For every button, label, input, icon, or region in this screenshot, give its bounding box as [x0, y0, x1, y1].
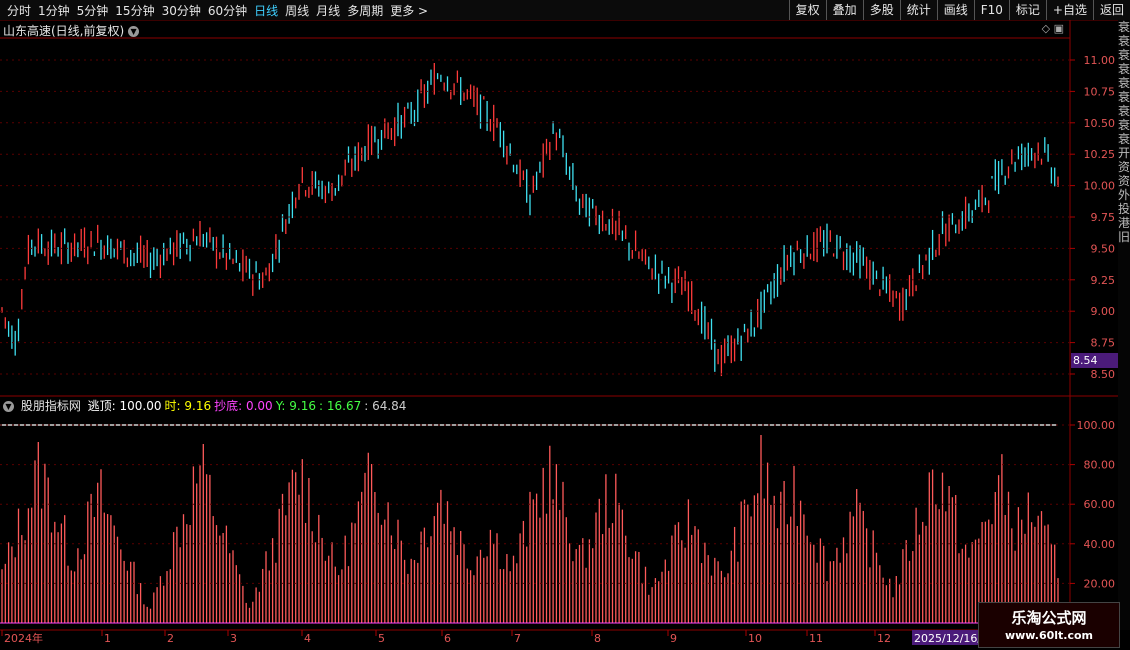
watermark-logo: 乐淘公式网 www.60lt.com	[978, 602, 1120, 648]
chart-title-text: 山东高速(日线,前复权)	[3, 24, 125, 38]
price-tick-label: 9.00	[1091, 305, 1116, 318]
time-label: 5	[378, 632, 385, 645]
time-label: 4	[304, 632, 311, 645]
indicator-name[interactable]: 股朋指标网	[21, 399, 81, 413]
price-tick-label: 10.00	[1084, 180, 1116, 193]
indicator-value-4: : 16.67	[319, 399, 362, 413]
time-label: 10	[748, 632, 762, 645]
indicator-tick-label: 40.00	[1084, 538, 1116, 551]
price-tick-label: 11.00	[1084, 54, 1116, 67]
side-strip-char: 衰	[1118, 132, 1130, 146]
window-icon[interactable]: ▣	[1054, 22, 1064, 35]
chart-frame	[0, 20, 1118, 631]
indicator-axis: 100.00 80.00 60.00 40.00 20.00	[0, 419, 1115, 590]
side-strip-char: 投	[1118, 202, 1130, 216]
side-strip-char: 衰	[1118, 20, 1130, 34]
side-strip-char: 衰	[1118, 76, 1130, 90]
price-tick-label: 8.75	[1091, 337, 1116, 350]
time-label: 2024年	[4, 631, 43, 645]
side-strip-char: 衰	[1118, 48, 1130, 62]
time-axis: 2024年 1 2 3 4 5 6 7 8 9 10 11 12 2025/12/16/	[1, 630, 981, 645]
time-label: 2	[167, 632, 174, 645]
side-strip-char: 港	[1118, 216, 1130, 230]
time-label: 11	[809, 632, 823, 645]
price-axis: 11.00 10.75 10.50 10.25 10.00 9.75 9.50 9.25 9.0…	[0, 54, 1115, 381]
chart-title[interactable]: 山东高速(日线,前复权) ▼	[3, 22, 140, 39]
price-tick-label: 8.50	[1091, 368, 1116, 381]
indicator-value-5: : 64.84	[364, 399, 407, 413]
indicator-values: 逃顶: 100.00 时: 9.16 抄底: 0.00 Y: 9.16: 16.67:…	[88, 399, 410, 413]
indicator-tick-label: 100.00	[1077, 419, 1116, 432]
time-label: 1	[104, 632, 111, 645]
chart-canvas[interactable]: 11.00 10.75 10.50 10.25 10.00 9.75 9.50 9.25 9.0…	[0, 0, 1130, 650]
side-strip-char: 衰	[1118, 62, 1130, 76]
watermark-url: www.60lt.com	[1004, 629, 1094, 642]
time-label: 7	[514, 632, 521, 645]
price-tick-label: 9.25	[1091, 274, 1116, 287]
time-label: 6	[444, 632, 451, 645]
chart-title-bar: 山东高速(日线,前复权) ▼ ◇ ▣	[0, 20, 1070, 38]
time-label: 8	[594, 632, 601, 645]
last-price-tag: 8.54	[1071, 353, 1123, 368]
side-strip-char: 旧	[1118, 230, 1130, 244]
indicator-bars	[0, 435, 1070, 624]
side-strip-char: 衰	[1118, 104, 1130, 118]
price-tick-label: 10.25	[1084, 148, 1116, 161]
diamond-icon[interactable]: ◇	[1042, 22, 1050, 35]
indicator-value-0: 逃顶: 100.00	[87, 399, 162, 413]
price-tick-label: 9.50	[1091, 242, 1116, 255]
indicator-tick-label: 60.00	[1084, 498, 1116, 511]
side-news-strip[interactable]: 衰衰衰衰衰衰衰衰衰开资资外投港旧	[1118, 20, 1130, 630]
time-label: 9	[670, 632, 677, 645]
side-strip-char: 资	[1118, 160, 1130, 174]
side-strip-char: 外	[1118, 188, 1130, 202]
indicator-value-2: 抄底: 0.00	[214, 399, 273, 413]
indicator-header: ▼ 股朋指标网 逃顶: 100.00 时: 9.16 抄底: 0.00 Y: 9.16…	[0, 397, 1070, 413]
indicator-value-3: Y: 9.16	[275, 399, 316, 413]
price-tick-label: 9.75	[1091, 211, 1116, 224]
side-strip-char: 资	[1118, 174, 1130, 188]
indicator-value-1: 时: 9.16	[164, 399, 212, 413]
side-strip-char: 衰	[1118, 34, 1130, 48]
chevron-down-icon[interactable]: ▼	[128, 26, 140, 37]
watermark-title: 乐淘公式网	[1011, 609, 1087, 627]
chart-controls: ◇ ▣	[1042, 22, 1064, 35]
cursor-date: 2025/12/16/	[914, 632, 981, 645]
side-strip-char: 衰	[1118, 90, 1130, 104]
side-strip-char: 衰	[1118, 118, 1130, 132]
price-tick-label: 10.50	[1084, 117, 1116, 130]
indicator-tick-label: 80.00	[1084, 459, 1116, 472]
candlestick-series	[1, 63, 1059, 377]
indicator-tick-label: 20.00	[1084, 577, 1116, 590]
side-strip-char: 开	[1118, 146, 1130, 160]
time-label: 12	[877, 632, 891, 645]
chevron-down-icon[interactable]: ▼	[3, 401, 14, 412]
price-tick-label: 10.75	[1084, 85, 1116, 98]
time-label: 3	[230, 632, 237, 645]
